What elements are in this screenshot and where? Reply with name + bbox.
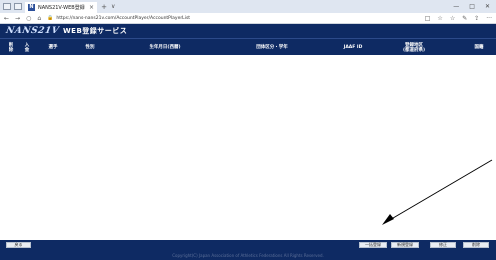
tab-title: NANS21V-WEB登録	[38, 5, 85, 11]
tab-actions-icon[interactable]	[3, 3, 11, 10]
tab-menu-chevron-icon[interactable]: ∨	[111, 3, 115, 10]
reading-view-icon[interactable]: □	[425, 15, 431, 22]
close-window-icon[interactable]: ✕	[485, 3, 490, 10]
player-list-area	[0, 55, 496, 240]
reload-icon[interactable]: ○	[26, 15, 31, 22]
tab-close-icon[interactable]: ×	[89, 4, 94, 11]
new-register-button[interactable]: 新規登録	[391, 242, 419, 248]
column-header-nationality: 国籍	[474, 45, 484, 50]
column-header-payment: 入 金	[24, 42, 30, 53]
column-header-jaaf-id: JAAF ID	[343, 45, 363, 50]
column-header-delete: 削 除	[8, 42, 14, 53]
edit-button[interactable]: 修正	[430, 242, 456, 248]
back-icon[interactable]: ←	[4, 15, 9, 22]
column-header-gender: 性別	[85, 45, 95, 50]
delete-button[interactable]: 削除	[463, 242, 489, 248]
copyright-text: Copyright(C) Japan Association of Athlet…	[172, 253, 324, 258]
annotation-arrow	[382, 159, 493, 225]
pen-icon[interactable]: ✎	[462, 15, 467, 22]
share-icon[interactable]: ⇪	[474, 15, 479, 22]
browser-tab-bar: N NANS21V-WEB登録 × + ∨ — □ ✕	[0, 0, 496, 13]
column-header-group-grade: 団体区分・学年	[256, 45, 288, 50]
more-icon[interactable]: ···	[486, 15, 492, 22]
maximize-icon[interactable]: □	[469, 3, 475, 10]
footer-bar: 戻る 一括登録 新規登録 修正 削除 Copyright(C) Japan As…	[0, 240, 496, 260]
column-header-region: 登録地区 (都道府県)	[402, 42, 426, 53]
url-field[interactable]: 🔒 https://nans-nans21v.com/AccountPlayer…	[47, 14, 419, 22]
tab-preview-icon[interactable]	[14, 3, 22, 10]
minimize-icon[interactable]: —	[453, 3, 459, 10]
table-header: 削 除 入 金 選手 性別 生年月日(西暦) 団体区分・学年 JAAF ID 登…	[0, 38, 496, 55]
favorite-star-icon[interactable]: ☆	[437, 15, 442, 22]
favorites-bar-icon[interactable]: ☆	[450, 15, 455, 22]
new-tab-icon[interactable]: +	[100, 3, 108, 11]
site-logo: NANS21V	[5, 26, 60, 36]
service-title: WEB登録サービス	[62, 27, 128, 35]
lock-icon: 🔒	[47, 15, 54, 21]
bulk-register-button[interactable]: 一括登録	[359, 242, 387, 248]
column-header-player: 選手	[48, 45, 58, 50]
site-header: NANS21V WEB登録サービス	[0, 24, 496, 38]
back-button[interactable]: 戻る	[6, 242, 31, 248]
favicon-icon: N	[28, 4, 35, 11]
forward-icon[interactable]: →	[15, 15, 20, 22]
home-icon[interactable]: ⌂	[37, 15, 41, 22]
column-header-birthdate: 生年月日(西暦)	[149, 45, 181, 50]
address-bar: ← → ○ ⌂ 🔒 https://nans-nans21v.com/Accou…	[0, 13, 496, 24]
browser-tab[interactable]: N NANS21V-WEB登録 ×	[25, 2, 97, 13]
url-text: https://nans-nans21v.com/AccountPlayer/A…	[56, 15, 191, 21]
